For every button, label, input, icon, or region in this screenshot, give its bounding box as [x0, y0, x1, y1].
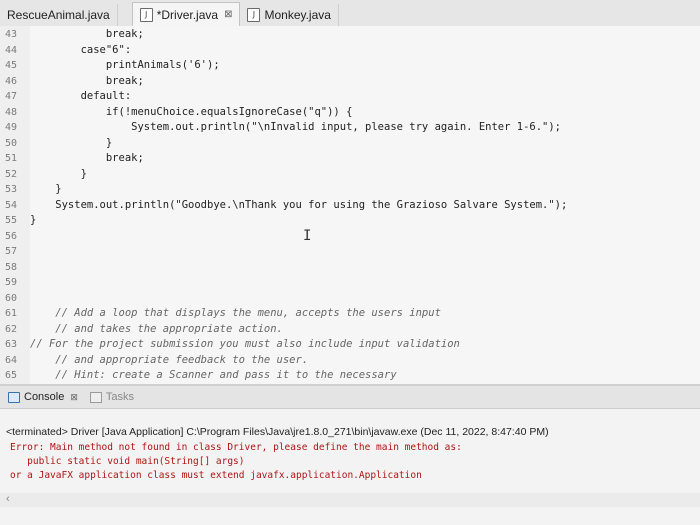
console-error-line: or a JavaFX application class must exten… [10, 470, 422, 481]
line-number: 61 [5, 308, 18, 319]
line-number: 54 [5, 199, 18, 211]
tasks-tab-label: Tasks [105, 391, 135, 403]
code-line: 50 } [0, 136, 700, 151]
code-line: 58 [0, 260, 700, 275]
line-number: 44 [5, 44, 18, 56]
code-line: 62 // and takes the appropriate action. [0, 322, 700, 337]
line-number: 47 [5, 91, 18, 102]
line-number: 46 [5, 75, 18, 87]
code-line: 59 [0, 275, 700, 290]
code-text: } [30, 214, 37, 226]
java-file-icon: J [139, 7, 153, 22]
line-number: 64 [5, 354, 18, 366]
code-editor[interactable]: 43 break; 44 case"6": 45 printAnimals('6')… [0, 26, 700, 384]
code-text: printAnimals('6'); [30, 59, 220, 71]
tab-label: *Driver.java [156, 7, 219, 22]
code-text: // and appropriate feedback to the user. [30, 353, 309, 366]
tab-label: Monkey.java [264, 8, 331, 22]
console-icon [8, 391, 20, 403]
code-text: System.out.println("\nInvalid input, ple… [30, 121, 562, 133]
console-error-line: Error: Main method not found in class Dr… [10, 442, 462, 453]
console-tab-bar: Console ⊠ Tasks [0, 386, 700, 409]
tab-label: RescueAnimal.java [7, 8, 110, 22]
line-number: 53 [5, 184, 18, 195]
line-number: 55 [5, 215, 18, 226]
tab-console[interactable]: Console ⊠ [8, 391, 78, 403]
code-text: System.out.println("Goodbye.\nThank you … [30, 198, 568, 211]
code-line: 65 // Hint: create a Scanner and pass it… [0, 368, 700, 383]
code-line: 48 if(!menuChoice.equalsIgnoreCase("q"))… [0, 105, 700, 120]
code-line: 57 [0, 244, 700, 259]
code-line: 53 } [0, 182, 700, 197]
tasks-icon [89, 391, 102, 403]
tab-monkey[interactable]: J Monkey.java [240, 4, 339, 26]
code-text: if(!menuChoice.equalsIgnoreCase("q")) { [30, 105, 353, 118]
console-panel: Console ⊠ Tasks <terminated> Driver [Jav… [0, 384, 700, 525]
line-number: 45 [5, 60, 18, 71]
code-line: 52 } [0, 167, 700, 182]
line-number: 58 [5, 261, 18, 273]
line-number: 48 [5, 106, 18, 118]
code-text: // Add a loop that displays the menu, ac… [30, 307, 441, 319]
line-number: 50 [5, 137, 18, 149]
line-number: 62 [5, 323, 18, 335]
line-number: 57 [5, 246, 18, 257]
line-number: 52 [5, 168, 18, 180]
code-text: // and takes the appropriate action. [30, 322, 283, 335]
code-line: 45 printAnimals('6'); [0, 58, 700, 73]
line-number: 56 [5, 230, 18, 242]
code-text: // Hint: create a Scanner and pass it to… [30, 369, 397, 381]
code-line: 64 // and appropriate feedback to the us… [0, 353, 700, 368]
code-line: 46 break; [0, 74, 700, 89]
code-text: } [30, 183, 62, 195]
code-text: break; [30, 152, 144, 164]
terminated-status: <terminated> Driver [Java Application] C… [6, 426, 549, 438]
console-tab-label: Console [24, 391, 65, 403]
tab-driver[interactable]: J *Driver.java ⊠ [131, 2, 241, 26]
line-number: 43 [5, 29, 18, 40]
code-line: 47 default: [0, 89, 700, 104]
code-text: case"6": [30, 43, 132, 56]
close-icon[interactable]: ⊠ [70, 392, 78, 403]
line-number: 59 [5, 277, 18, 288]
close-icon[interactable]: ⊠ [224, 9, 232, 20]
code-text: break; [30, 74, 144, 87]
code-line: 56 [0, 229, 700, 244]
editor-tab-bar: RescueAnimal.java J *Driver.java ⊠ J Mon… [0, 0, 700, 27]
scroll-left-icon[interactable]: ‹ [6, 493, 10, 505]
code-text: default: [30, 90, 132, 102]
line-number: 63 [5, 339, 18, 350]
code-text: // For the project submission you must a… [30, 338, 460, 350]
line-number: 51 [5, 153, 18, 164]
code-line: 49 System.out.println("\nInvalid input, … [0, 120, 700, 135]
code-line: 51 break; [0, 151, 700, 166]
text-cursor-icon: I [303, 228, 312, 244]
line-number: 65 [5, 370, 18, 381]
code-line: 55} [0, 213, 700, 228]
code-line: 54 System.out.println("Goodbye.\nThank y… [0, 198, 700, 213]
console-horizontal-scrollbar[interactable]: ‹ [0, 493, 700, 507]
java-file-icon: J [247, 8, 261, 22]
code-text: break; [30, 28, 144, 40]
code-line: 63 // For the project submission you must… [0, 337, 700, 352]
line-number: 60 [5, 292, 18, 304]
tab-tasks[interactable]: Tasks [89, 391, 135, 403]
code-text: } [30, 136, 113, 149]
code-text: } [30, 167, 87, 180]
code-line: 43 break; [0, 27, 700, 42]
tab-rescueanimal[interactable]: RescueAnimal.java [0, 4, 118, 26]
code-line: 60 [0, 291, 700, 306]
code-line: 44 case"6": [0, 43, 700, 58]
console-error-line: public static void main(String[] args) [10, 456, 245, 467]
line-number: 49 [5, 122, 18, 133]
code-line: 61 // Add a loop that displays the menu,… [0, 306, 700, 321]
